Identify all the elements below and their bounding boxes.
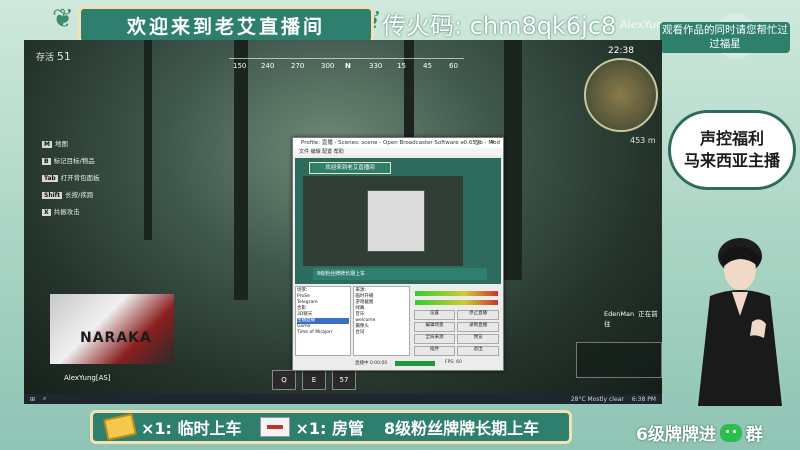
game-promo-banner: NARAKA bbox=[50, 294, 174, 364]
global-sources-button[interactable]: 全局来源 bbox=[413, 334, 456, 344]
keybind-item: B 标记目标/物品 bbox=[42, 155, 100, 165]
windows-taskbar: ⊞ ⌕ 28°C Mostly clear 6:38 PM bbox=[24, 394, 662, 404]
obs-panels: 场景: ProSe Telegram 合影 3D聊天 主播直播 Game Tim… bbox=[295, 286, 501, 356]
bottom-perks-banner: ×1: 临时上车 ×1: 房管 8级粉丝牌牌长期上车 bbox=[90, 410, 572, 444]
taskbar-search-icon[interactable]: ⌕ bbox=[43, 395, 46, 403]
group-invite-text: 6级牌牌进 bbox=[636, 425, 716, 445]
bitrate-indicator bbox=[395, 361, 435, 366]
alive-counter: 存活 51 bbox=[36, 50, 71, 63]
teammate-name: EdenMan bbox=[604, 310, 635, 318]
keybind-item: M 地图 bbox=[42, 138, 100, 148]
compass-mark: 45 bbox=[423, 62, 432, 70]
skill-slot[interactable]: E bbox=[302, 370, 326, 390]
compass-bar: 150 240 270 300 N 330 15 45 60 bbox=[229, 58, 464, 73]
overlay-title: 欢迎来到老艾直播间 bbox=[78, 6, 374, 44]
windows-start-icon[interactable]: ⊞ bbox=[30, 396, 35, 403]
perk-fan-badge: 8级粉丝牌牌长期上车 bbox=[384, 419, 540, 438]
minimap[interactable] bbox=[584, 58, 658, 132]
preview-button[interactable]: 预览 bbox=[457, 334, 499, 344]
obs-preview: 欢迎来到老艾直播间 8级粉丝牌牌长期上车 bbox=[295, 158, 501, 284]
controls-panel: 设置 停止直播 编辑场景 录制直播 全局来源 预览 插件 退出 bbox=[411, 286, 501, 356]
gun-gift-icon bbox=[259, 417, 290, 437]
audio-mixer-bar[interactable] bbox=[414, 291, 498, 296]
tree-trunk bbox=[144, 40, 152, 240]
keybind-item: Shift 长按/疾跑 bbox=[42, 189, 100, 199]
stream-status: 直播中 0:00:00 bbox=[355, 361, 388, 366]
keybind-label: 共振攻击 bbox=[53, 208, 80, 216]
scene-item[interactable]: Time of Mirajorr bbox=[297, 330, 349, 336]
obs-title-bar: Profile: 直播 - Scenes: scene - Open Broad… bbox=[293, 138, 503, 148]
keybind-label: 长按/疾跑 bbox=[65, 191, 94, 199]
compass-mark: 270 bbox=[291, 62, 305, 70]
streamer-avatar bbox=[698, 238, 782, 406]
record-button[interactable]: 录制直播 bbox=[457, 322, 499, 332]
compass-mark: 15 bbox=[397, 62, 406, 70]
game-screen: 存活 51 150 240 270 300 N 330 15 45 60 22:… bbox=[24, 40, 662, 404]
keybind-label: 打开背包面板 bbox=[60, 174, 100, 182]
keybind-item: Tab 打开背包面板 bbox=[42, 172, 100, 182]
keybind-label: 标记目标/物品 bbox=[53, 157, 95, 165]
bubble-line-1: 声控福利 bbox=[699, 129, 764, 148]
compass-mark: 60 bbox=[449, 62, 458, 70]
source-item[interactable]: 台词 bbox=[355, 330, 407, 336]
side-top-banner: 观看作品的同时请您帮忙过过福星 bbox=[660, 22, 790, 53]
scenes-panel[interactable]: 场景: ProSe Telegram 合影 3D聊天 主播直播 Game Tim… bbox=[295, 286, 352, 356]
keybind-key: Tab bbox=[42, 175, 58, 182]
player-name: AlexYung[AS] bbox=[64, 374, 111, 382]
alive-label: 存活 bbox=[36, 53, 55, 63]
perk-moderator: ×1: 房管 bbox=[295, 419, 365, 438]
audio-mixer-bar[interactable] bbox=[414, 300, 498, 305]
keybind-key: B bbox=[42, 158, 51, 165]
teammate-tag: EdenMan 正在前往 bbox=[604, 308, 662, 328]
fps-readout: FPS: 60 bbox=[445, 360, 462, 365]
speech-bubble: 声控福利 马来西亚主播 bbox=[668, 110, 796, 190]
overlay-code-text: 传火码: chm8qk6jc8 bbox=[382, 12, 617, 40]
leaf-decoration-icon: ❦ bbox=[52, 4, 74, 34]
weapon-card bbox=[576, 342, 662, 378]
preview-bottom-banner: 8级粉丝牌牌长期上车 bbox=[313, 268, 487, 280]
compass-mark: N bbox=[345, 62, 351, 70]
group-invite: 6级牌牌进 群 bbox=[636, 420, 763, 445]
game-logo: NARAKA bbox=[80, 330, 152, 346]
preview-nested-window bbox=[367, 190, 425, 252]
ticket-icon bbox=[103, 413, 137, 441]
keybind-menu: M 地图 B 标记目标/物品 Tab 打开背包面板 Shift 长按/疾跑 X 共振攻击 bbox=[42, 138, 100, 223]
stop-stream-button[interactable]: 停止直播 bbox=[457, 310, 499, 320]
bubble-line-2: 马来西亚主播 bbox=[683, 151, 780, 170]
group-invite-tail: 群 bbox=[745, 425, 763, 445]
compass-mark: 330 bbox=[369, 62, 383, 70]
perk-temporary: ×1: 临时上车 bbox=[141, 419, 242, 438]
skill-slot[interactable]: Q bbox=[272, 370, 296, 390]
obs-window[interactable]: Profile: 直播 - Scenes: scene - Open Broad… bbox=[292, 137, 504, 371]
alive-count: 51 bbox=[56, 50, 71, 63]
skill-slot[interactable]: 57 bbox=[332, 370, 356, 390]
compass-mark: 300 bbox=[321, 62, 335, 70]
compass-mark: 240 bbox=[261, 62, 275, 70]
preview-overlay-title: 欢迎来到老艾直播间 bbox=[309, 162, 391, 174]
sources-panel[interactable]: 来源: 临时开播 游戏截图 绿幕 音乐 welcome 摄像头 台词 bbox=[353, 286, 410, 356]
exit-button[interactable]: 退出 bbox=[457, 346, 499, 356]
obs-menu-bar[interactable]: 文件 编辑 配置 帮助 bbox=[293, 148, 503, 155]
tree-trunk bbox=[234, 40, 248, 300]
window-controls-icon[interactable]: – ▢ ✕ bbox=[461, 138, 499, 148]
keybind-key: M bbox=[42, 141, 52, 148]
wechat-icon bbox=[719, 423, 742, 442]
keybind-label: 地图 bbox=[54, 140, 68, 148]
tree-trunk bbox=[504, 40, 522, 280]
match-timer: 22:38 bbox=[608, 46, 634, 56]
weather-status: 28°C Mostly clear bbox=[570, 395, 624, 403]
skill-bar: Q E 57 bbox=[272, 370, 356, 390]
keybind-item: X 共振攻击 bbox=[42, 206, 100, 216]
plugins-button[interactable]: 插件 bbox=[413, 346, 456, 356]
keybind-key: X bbox=[42, 209, 51, 216]
edit-scene-button[interactable]: 编辑场景 bbox=[413, 322, 456, 332]
compass-mark: 150 bbox=[233, 62, 247, 70]
distance-readout: 453 m bbox=[630, 136, 656, 145]
obs-status-bar: 直播中 0:00:00 FPS: 60 bbox=[295, 360, 501, 368]
keybind-key: Shift bbox=[42, 192, 63, 199]
settings-button[interactable]: 设置 bbox=[413, 310, 456, 320]
taskbar-clock: 6:38 PM bbox=[631, 395, 656, 403]
